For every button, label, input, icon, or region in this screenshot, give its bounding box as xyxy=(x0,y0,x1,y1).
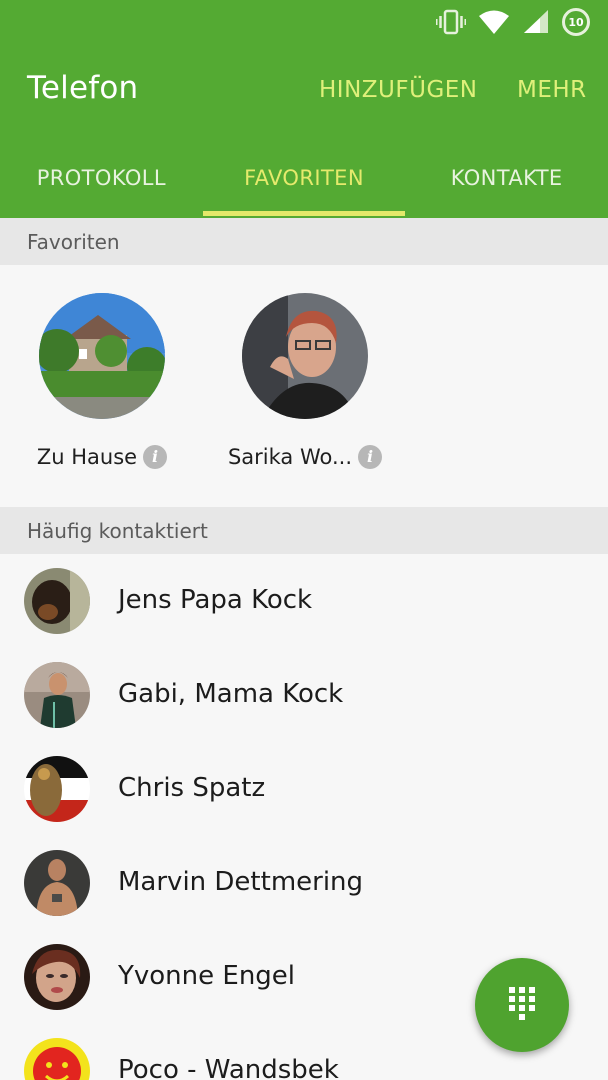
frequent-header: Häufig kontaktiert xyxy=(0,507,608,555)
avatar xyxy=(39,293,165,419)
favorite-name-row: Sarika Wo... i xyxy=(205,445,405,469)
contact-name: Poco - Wandsbek xyxy=(118,1055,339,1080)
avatar xyxy=(24,944,90,1010)
list-item[interactable]: Marvin Dettmering xyxy=(0,836,608,930)
app-title: Telefon xyxy=(27,70,139,106)
dialpad-icon xyxy=(507,985,537,1025)
battery-icon: 10 xyxy=(562,8,590,36)
app-bar: 10 Telefon HINZUFÜGEN MEHR PROTOKOLL FAV… xyxy=(0,0,608,218)
tab-favoriten-label: FAVORITEN xyxy=(244,166,364,190)
vibrate-icon xyxy=(436,9,466,35)
tab-favoriten[interactable]: FAVORITEN xyxy=(202,150,406,218)
status-bar: 10 xyxy=(0,0,608,44)
avatar xyxy=(24,568,90,634)
more-button[interactable]: MEHR xyxy=(517,77,587,103)
favorite-name: Zu Hause xyxy=(36,445,138,469)
tab-kontakte[interactable]: KONTAKTE xyxy=(405,150,608,218)
favorites-grid: Zu Hause i Sarika Wo... i xyxy=(0,265,608,507)
favorite-name-row: Zu Hause i xyxy=(2,445,202,469)
avatar xyxy=(24,850,90,916)
add-button[interactable]: HINZUFÜGEN xyxy=(319,77,478,103)
contact-name: Gabi, Mama Kock xyxy=(118,679,344,709)
tab-bar: PROTOKOLL FAVORITEN KONTAKTE xyxy=(0,150,608,218)
list-item[interactable]: Chris Spatz xyxy=(0,742,608,836)
active-tab-indicator xyxy=(202,211,406,216)
dialpad-button[interactable] xyxy=(475,958,569,1052)
list-item[interactable]: Gabi, Mama Kock xyxy=(0,648,608,742)
avatar xyxy=(242,293,368,419)
favorite-sarika[interactable]: Sarika Wo... i xyxy=(205,293,405,469)
tab-protokoll[interactable]: PROTOKOLL xyxy=(0,150,203,218)
contact-name: Chris Spatz xyxy=(118,773,266,803)
contact-name: Yvonne Engel xyxy=(118,961,296,991)
list-item[interactable]: Jens Papa Kock xyxy=(0,554,608,648)
cell-signal-icon xyxy=(522,9,550,35)
avatar xyxy=(24,1038,90,1080)
wifi-icon xyxy=(478,9,510,35)
favorites-header: Favoriten xyxy=(0,218,608,266)
info-icon[interactable]: i xyxy=(358,445,383,469)
avatar xyxy=(24,662,90,728)
favorite-name: Sarika Wo... xyxy=(227,445,353,469)
favorite-zu-hause[interactable]: Zu Hause i xyxy=(2,293,202,469)
contact-name: Jens Papa Kock xyxy=(118,585,313,615)
info-icon[interactable]: i xyxy=(143,445,168,469)
contact-name: Marvin Dettmering xyxy=(118,867,364,897)
status-icons: 10 xyxy=(436,6,590,38)
avatar xyxy=(24,756,90,822)
